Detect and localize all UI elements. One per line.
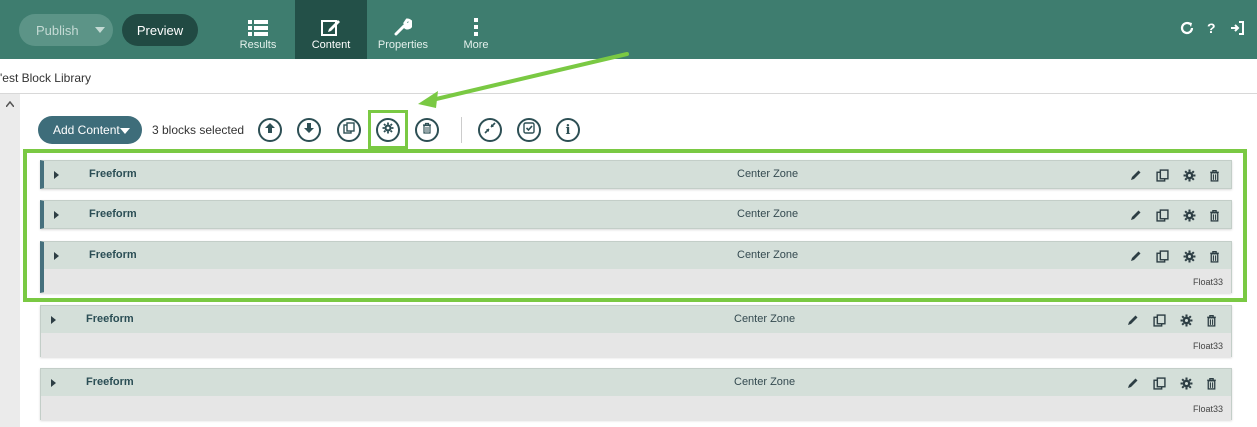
annotation-arrow [418, 52, 629, 108]
